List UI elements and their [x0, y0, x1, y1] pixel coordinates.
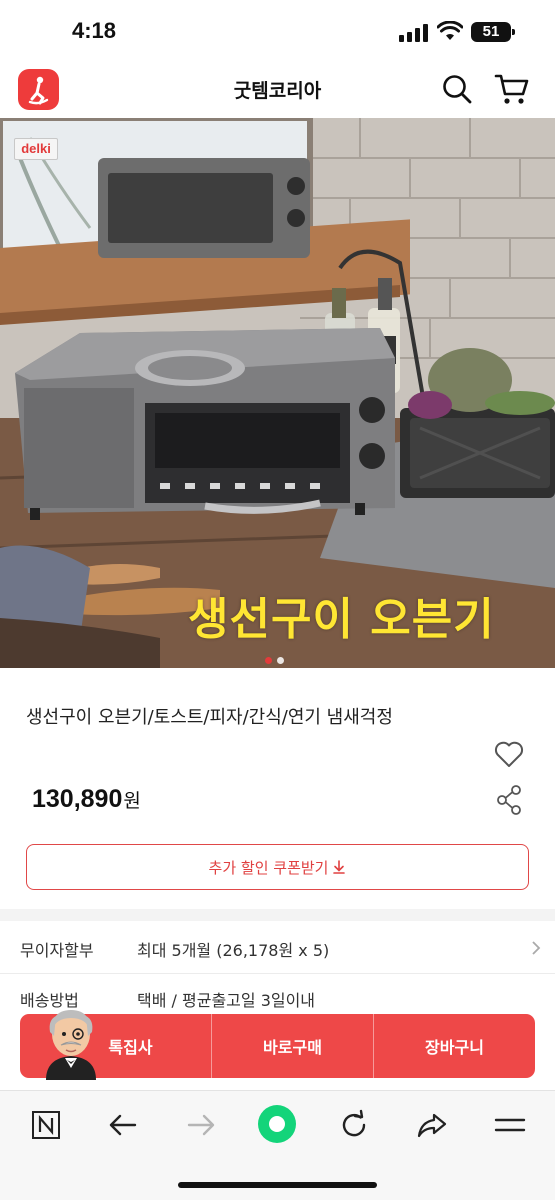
- add-to-cart-button[interactable]: 장바구니: [373, 1014, 535, 1078]
- home-indicator: [178, 1182, 377, 1188]
- coupon-label: 추가 할인 쿠폰받기: [208, 858, 329, 877]
- butler-mascot-icon: [46, 1010, 96, 1080]
- status-bar: 4:18 51: [0, 0, 555, 62]
- search-icon[interactable]: [441, 73, 473, 105]
- refresh-icon[interactable]: [338, 1109, 370, 1141]
- product-price: 130,890원: [32, 785, 141, 814]
- naver-n-icon[interactable]: [30, 1109, 62, 1141]
- section-divider: [0, 909, 555, 921]
- price-value: 130,890: [32, 785, 123, 813]
- wifi-icon: [437, 21, 463, 40]
- download-arrow-icon: [333, 860, 346, 874]
- green-dot-home-icon[interactable]: [257, 1104, 297, 1144]
- cart-icon[interactable]: [494, 72, 530, 106]
- shipping-value: 택배 / 평균출고일 3일이내: [137, 991, 316, 1010]
- installment-row[interactable]: 무이자할부 최대 5개월 (26,178원 x 5): [0, 921, 555, 974]
- battery-indicator: 51: [471, 22, 515, 42]
- share-arrow-icon[interactable]: [416, 1109, 448, 1141]
- carousel-dot[interactable]: [277, 657, 284, 664]
- cellular-signal-icon: [399, 24, 429, 42]
- chevron-right-icon: [532, 941, 541, 955]
- product-name: 생선구이 오븐기/토스트/피자/간식/연기 냄새걱정: [26, 707, 393, 728]
- back-arrow-icon[interactable]: [107, 1109, 139, 1141]
- carousel-dots: [265, 649, 289, 664]
- share-icon[interactable]: [495, 784, 523, 816]
- brand-logo: delki: [14, 138, 58, 160]
- buy-now-button[interactable]: 바로구매: [211, 1014, 373, 1078]
- status-time: 4:18: [72, 18, 117, 43]
- image-caption: 생선구이 오븐기: [188, 594, 495, 645]
- carousel-dot-active[interactable]: [265, 657, 272, 664]
- forward-arrow-icon[interactable]: [185, 1109, 217, 1141]
- price-unit: 원: [123, 790, 141, 812]
- installment-value: 최대 5개월 (26,178원 x 5): [137, 941, 330, 960]
- heart-icon[interactable]: [494, 740, 524, 768]
- app-header: 굿템코리아: [0, 62, 555, 118]
- installment-label: 무이자할부: [20, 941, 94, 960]
- coupon-button[interactable]: 추가 할인 쿠폰받기: [26, 844, 529, 890]
- product-image[interactable]: delki 생선구이 오븐기: [0, 118, 555, 668]
- menu-icon[interactable]: [494, 1109, 526, 1141]
